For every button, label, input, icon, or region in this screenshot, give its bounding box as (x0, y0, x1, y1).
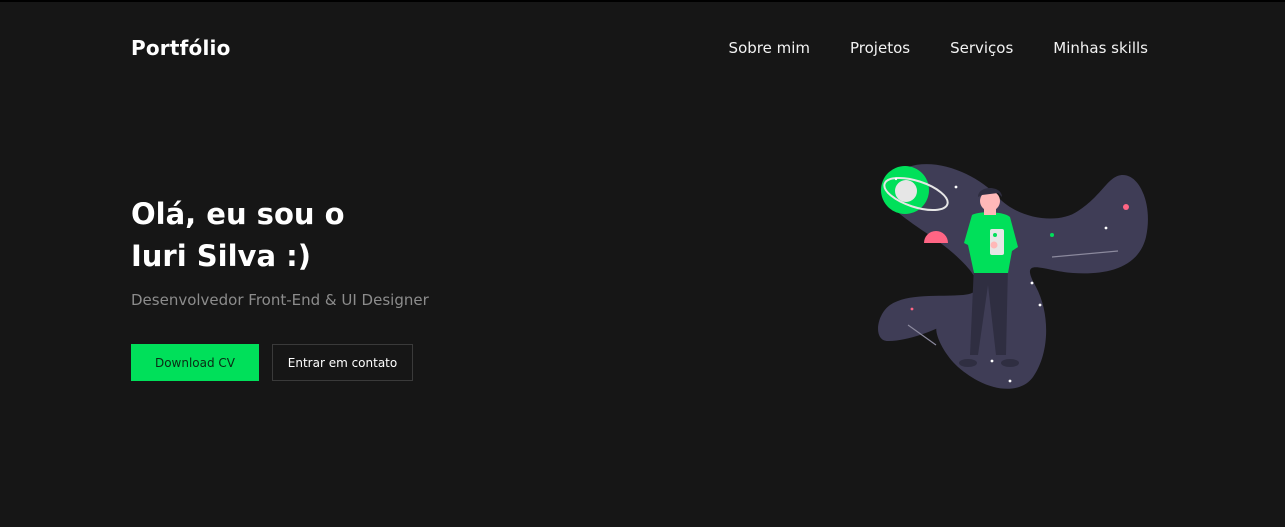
contact-button[interactable]: Entrar em contato (272, 344, 413, 381)
hero-section: Olá, eu sou o Iuri Silva :) Desenvolvedo… (131, 193, 551, 309)
hero-title-line-2: Iuri Silva :) (131, 239, 311, 273)
nav-link-sobre-mim[interactable]: Sobre mim (729, 39, 810, 57)
hero-subtitle: Desenvolvedor Front-End & UI Designer (131, 291, 429, 309)
hero-actions: Download CV Entrar em contato (131, 344, 413, 381)
nav-link-minhas-skills[interactable]: Minhas skills (1053, 39, 1148, 57)
download-cv-button[interactable]: Download CV (131, 344, 259, 381)
nav-link-projetos[interactable]: Projetos (850, 39, 910, 57)
main-nav: Sobre mim Projetos Serviços Minhas skill… (729, 39, 1148, 57)
hero-title: Olá, eu sou o Iuri Silva :) (131, 193, 551, 277)
hero-title-line-1: Olá, eu sou o (131, 197, 345, 231)
brand-logo[interactable]: Portfólio (131, 36, 231, 60)
nav-link-servicos[interactable]: Serviços (950, 39, 1013, 57)
window-top-border (0, 0, 1285, 2)
astronaut-space-illustration-icon (868, 155, 1158, 395)
